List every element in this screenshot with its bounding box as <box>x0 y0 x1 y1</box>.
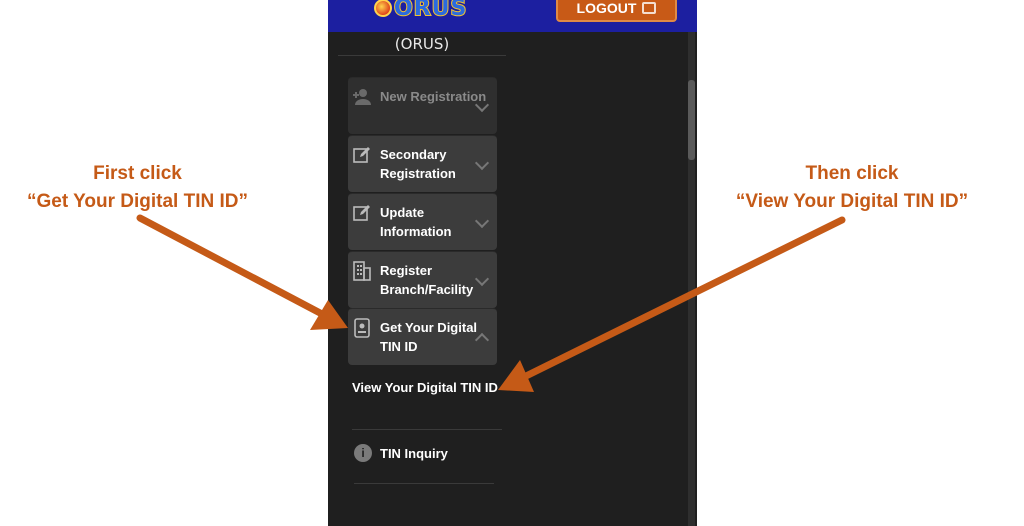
portal-name: (ORUS) <box>338 32 506 56</box>
mobile-screen: ORUS LOGOUT (ORUS) New Registration Seco… <box>328 0 697 526</box>
instruction-line: “Get Your Digital TIN ID” <box>27 191 248 212</box>
menu-item-label: Update Information <box>380 205 452 239</box>
instruction-then-click: Then click “View Your Digital TIN ID” <box>718 160 986 216</box>
menu-item-label: TIN Inquiry <box>380 446 448 461</box>
submenu-item-label: View Your Digital TIN ID <box>352 380 498 395</box>
menu-item-tin-inquiry[interactable]: i TIN Inquiry <box>354 444 494 484</box>
bir-seal-icon <box>374 0 392 17</box>
edit-icon <box>352 203 372 223</box>
building-icon <box>352 261 372 281</box>
menu-item-secondary-registration[interactable]: Secondary Registration <box>348 135 497 192</box>
instruction-line: First click <box>93 163 182 184</box>
menu-item-label: Get Your Digital TIN ID <box>380 320 478 354</box>
menu-item-register-branch[interactable]: Register Branch/Facility <box>348 251 497 308</box>
info-icon: i <box>354 444 372 462</box>
menu-item-update-information[interactable]: Update Information <box>348 193 497 250</box>
logout-icon <box>642 2 657 14</box>
instruction-line: Then click <box>805 163 899 184</box>
menu-item-get-digital-tin-id[interactable]: Get Your Digital TIN ID <box>348 308 497 365</box>
orus-logo[interactable]: ORUS <box>374 0 467 22</box>
menu-item-label: Register Branch/Facility <box>380 263 474 297</box>
menu-item-label: New Registration <box>380 89 487 104</box>
logo-text: ORUS <box>393 0 468 22</box>
edit-icon <box>352 145 372 165</box>
menu-item-new-registration[interactable]: New Registration <box>348 77 497 134</box>
scrollbar[interactable] <box>688 32 695 526</box>
scrollbar-thumb[interactable] <box>688 80 695 160</box>
instruction-first-click: First click “Get Your Digital TIN ID” <box>10 160 265 216</box>
header-bar: ORUS LOGOUT <box>328 0 697 32</box>
instruction-line: “View Your Digital TIN ID” <box>735 191 969 212</box>
submenu-item-view-digital-tin-id[interactable]: View Your Digital TIN ID <box>352 380 502 430</box>
id-card-icon <box>352 318 372 338</box>
menu-item-label: Secondary Registration <box>380 147 456 181</box>
logout-button[interactable]: LOGOUT <box>556 0 677 22</box>
user-add-icon <box>352 87 372 107</box>
logout-label: LOGOUT <box>576 0 637 16</box>
arrow-to-get-digital-tin-id <box>136 214 348 330</box>
